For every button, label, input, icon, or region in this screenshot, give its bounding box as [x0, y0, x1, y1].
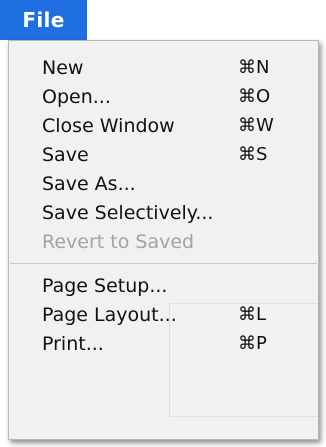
file-menu-title[interactable]: File — [0, 0, 87, 40]
menu-item-label: Open... — [42, 85, 111, 108]
menu-item-label: New — [42, 56, 84, 79]
menu-item-label: Page Layout... — [42, 303, 177, 326]
menu-item-save-as[interactable]: Save As... — [9, 169, 318, 198]
file-menu-dropdown: New ⌘N Open... ⌘O Close Window ⌘W Save ⌘… — [8, 40, 319, 440]
menu-item-label: Revert to Saved — [42, 230, 195, 253]
menu-item-shortcut: ⌘P — [238, 333, 267, 354]
menu-item-save[interactable]: Save ⌘S — [9, 140, 318, 169]
menu-item-page-setup[interactable]: Page Setup... — [9, 271, 318, 300]
menu-item-print[interactable]: Print... ⌘P — [9, 329, 318, 358]
menu-item-revert-to-saved: Revert to Saved — [9, 227, 318, 256]
menu-item-shortcut: ⌘O — [238, 86, 271, 107]
menu-separator — [9, 256, 318, 271]
menu-item-page-layout[interactable]: Page Layout... ⌘L — [9, 300, 318, 329]
menu-item-shortcut: ⌘N — [238, 57, 270, 78]
menu-item-close-window[interactable]: Close Window ⌘W — [9, 111, 318, 140]
menu-item-label: Save — [42, 143, 89, 166]
menu-item-label: Save As... — [42, 172, 136, 195]
menu-item-shortcut: ⌘S — [238, 144, 268, 165]
menu-item-open[interactable]: Open... ⌘O — [9, 82, 318, 111]
menu-item-label: Page Setup... — [42, 274, 168, 297]
menu-item-shortcut: ⌘W — [238, 115, 274, 136]
menu-list: New ⌘N Open... ⌘O Close Window ⌘W Save ⌘… — [9, 53, 318, 358]
menu-item-shortcut: ⌘L — [238, 304, 267, 325]
menu-item-label: Close Window — [42, 114, 175, 137]
menu-item-new[interactable]: New ⌘N — [9, 53, 318, 82]
menu-item-label: Save Selectively... — [42, 201, 214, 224]
menu-item-save-selectively[interactable]: Save Selectively... — [9, 198, 318, 227]
menu-item-label: Print... — [42, 332, 104, 355]
